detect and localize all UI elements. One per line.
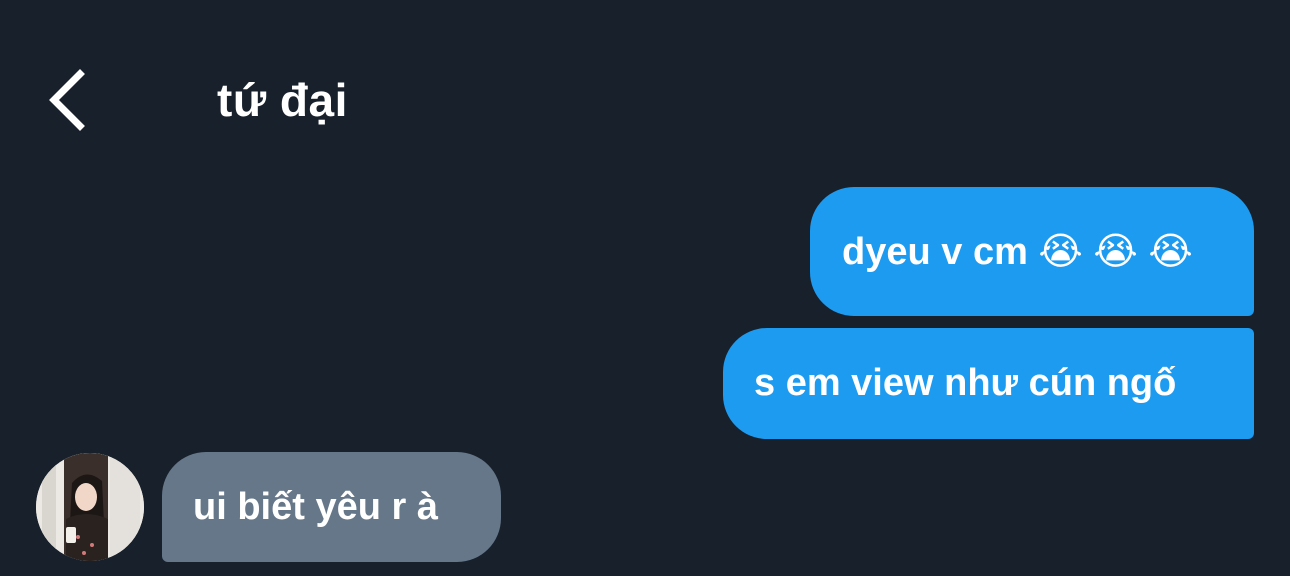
message-text: s em view như cún ngố (754, 362, 1177, 404)
outgoing-message-bubble[interactable]: dyeu v cm 😭 😭 😭 (810, 187, 1254, 316)
back-button[interactable] (40, 62, 100, 138)
message-text: ui biết yêu r à (193, 485, 438, 528)
avatar[interactable] (36, 453, 144, 561)
avatar-image (36, 453, 144, 561)
chevron-left-icon (49, 69, 85, 131)
conversation-title: tứ đại (217, 74, 348, 126)
message-text: dyeu v cm 😭 😭 😭 (842, 231, 1193, 273)
chat-screen: tứ đại dyeu v cm 😭 😭 😭 s em view như cún… (0, 0, 1290, 576)
incoming-message-bubble[interactable]: ui biết yêu r à (162, 452, 501, 562)
outgoing-message-bubble[interactable]: s em view như cún ngố (723, 328, 1254, 439)
